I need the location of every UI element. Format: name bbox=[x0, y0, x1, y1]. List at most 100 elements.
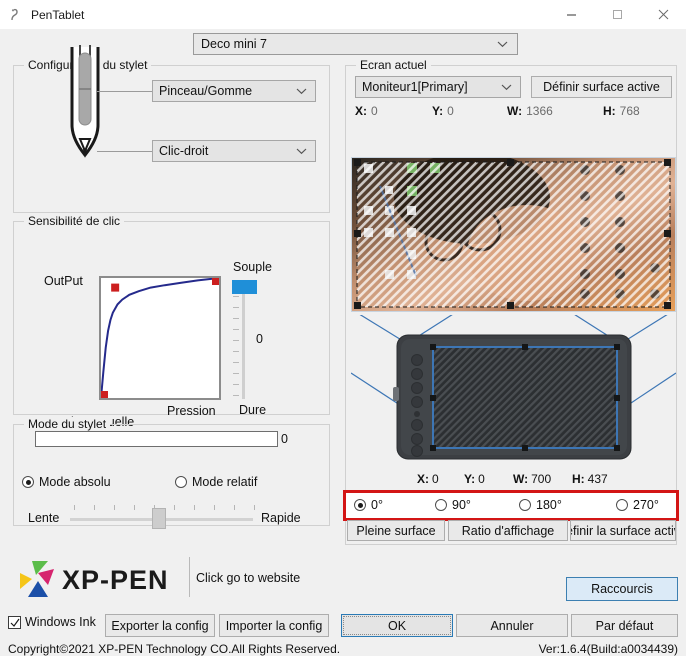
radio-mode-relative[interactable]: Mode relatif bbox=[175, 475, 257, 489]
checkbox-checked-icon bbox=[8, 615, 21, 629]
curve-output-label: OutPut bbox=[44, 274, 83, 288]
monitor-select-value: Moniteur1[Primary] bbox=[362, 80, 468, 94]
sensitivity-title: Sensibilité de clic bbox=[24, 214, 125, 228]
tablet-metric-x: X: 0 bbox=[417, 472, 439, 486]
screen-title: Ecran actuel bbox=[356, 58, 431, 72]
stylus-pen-illustration bbox=[58, 43, 112, 161]
chevron-down-icon bbox=[296, 84, 307, 98]
window-controls bbox=[548, 0, 686, 29]
window-title: PenTablet bbox=[31, 7, 85, 22]
radio-dot-icon bbox=[354, 499, 366, 511]
radio-mode-absolute[interactable]: Mode absolu bbox=[22, 475, 111, 489]
tablet-metric-h-value: 437 bbox=[587, 472, 608, 486]
pen-mode-title: Mode du stylet bbox=[24, 417, 111, 431]
brand-caption[interactable]: Click go to website bbox=[196, 571, 300, 585]
monitor-metric-x-key: X: bbox=[355, 104, 367, 118]
monitor-metric-h-value: 768 bbox=[619, 104, 640, 118]
device-select[interactable]: Deco mini 7 bbox=[193, 33, 518, 55]
pen-upper-button-value: Pinceau/Gomme bbox=[159, 84, 253, 98]
set-active-area-button[interactable]: Définir surface active bbox=[531, 76, 672, 98]
monitor-metric-h-key: H: bbox=[603, 104, 616, 118]
pen-upper-button-select[interactable]: Pinceau/Gomme bbox=[152, 80, 316, 102]
monitor-metric-w: W: 1366 bbox=[507, 104, 553, 118]
monitor-metric-y-value: 0 bbox=[447, 104, 454, 118]
radio-dot-icon bbox=[435, 499, 447, 511]
rotation-options: 0° 90° 180° 270° bbox=[346, 493, 676, 518]
radio-rotation-180-label: 180° bbox=[536, 498, 562, 512]
set-active-area-button-2[interactable]: éfinir la surface activ bbox=[570, 520, 676, 541]
sensitivity-slider-thumb[interactable] bbox=[232, 280, 257, 294]
monitor-metric-x-value: 0 bbox=[371, 104, 378, 118]
device-select-value: Deco mini 7 bbox=[201, 37, 267, 51]
tablet-metric-w: W: 700 bbox=[513, 472, 551, 486]
import-config-button[interactable]: Importer la config bbox=[219, 614, 329, 637]
full-area-button[interactable]: Pleine surface bbox=[347, 520, 445, 541]
ok-button[interactable]: OK bbox=[341, 614, 453, 637]
radio-dot-icon bbox=[616, 499, 628, 511]
monitor-metric-y-key: Y: bbox=[432, 104, 444, 118]
pressure-curve-chart[interactable] bbox=[99, 276, 221, 400]
tablet-metric-w-key: W: bbox=[513, 472, 529, 486]
export-config-button[interactable]: Exporter la config bbox=[105, 614, 215, 637]
tablet-metric-x-value: 0 bbox=[432, 472, 439, 486]
monitor-select[interactable]: Moniteur1[Primary] bbox=[355, 76, 521, 98]
chevron-down-icon bbox=[497, 37, 508, 51]
speed-slider-thumb[interactable] bbox=[152, 508, 166, 529]
sensitivity-slider-track[interactable] bbox=[242, 285, 245, 399]
windows-ink-checkbox[interactable]: Windows Ink bbox=[8, 615, 96, 629]
windows-ink-label: Windows Ink bbox=[25, 615, 96, 629]
pentablet-app-icon bbox=[8, 7, 24, 23]
radio-dot-icon bbox=[175, 476, 187, 488]
maximize-icon[interactable] bbox=[594, 0, 640, 29]
version-text: Ver:1.6.4(Build:a0034439) bbox=[538, 642, 678, 656]
copyright-text: Copyright©2021 XP-PEN Technology CO.All … bbox=[8, 642, 341, 656]
logo-divider bbox=[189, 557, 190, 597]
tablet-metric-y: Y: 0 bbox=[464, 472, 485, 486]
radio-rotation-270[interactable]: 270° bbox=[616, 498, 659, 512]
radio-mode-absolute-label: Mode absolu bbox=[39, 475, 111, 489]
pen-lower-leader-line bbox=[97, 151, 152, 152]
sensitivity-slider-ticks bbox=[230, 285, 240, 399]
radio-mode-relative-label: Mode relatif bbox=[192, 475, 258, 489]
radio-rotation-90[interactable]: 90° bbox=[435, 498, 471, 512]
monitor-metric-x: X: 0 bbox=[355, 104, 378, 118]
mid-handle bbox=[111, 283, 120, 292]
shortcuts-button[interactable]: Raccourcis bbox=[566, 577, 678, 601]
radio-rotation-90-label: 90° bbox=[452, 498, 471, 512]
tablet-metric-w-value: 700 bbox=[531, 472, 552, 486]
end-handle bbox=[212, 278, 219, 285]
dialog-client-area: Deco mini 7 Configuration du stylet Pinc… bbox=[0, 29, 686, 656]
window-titlebar: PenTablet bbox=[0, 0, 686, 30]
pen-lower-button-value: Clic-droit bbox=[159, 144, 209, 158]
close-icon[interactable] bbox=[640, 0, 686, 29]
monitor-preview[interactable] bbox=[351, 157, 676, 312]
speed-min-label: Lente bbox=[28, 511, 60, 525]
minimize-icon[interactable] bbox=[548, 0, 594, 29]
start-handle bbox=[101, 391, 108, 398]
tablet-metric-h: H: 437 bbox=[572, 472, 608, 486]
radio-dot-icon bbox=[22, 476, 34, 488]
tablet-metric-h-key: H: bbox=[572, 472, 585, 486]
radio-rotation-180[interactable]: 180° bbox=[519, 498, 562, 512]
radio-dot-icon bbox=[519, 499, 531, 511]
curve-pressure-label: Pression bbox=[167, 404, 216, 418]
ok-button-label: OK bbox=[343, 616, 451, 635]
pen-lower-button-select[interactable]: Clic-droit bbox=[152, 140, 316, 162]
display-ratio-button[interactable]: Ratio d'affichage bbox=[448, 520, 568, 541]
tablet-metric-y-value: 0 bbox=[478, 472, 485, 486]
svg-text:XP-PEN: XP-PEN bbox=[62, 565, 169, 595]
tablet-preview[interactable] bbox=[350, 308, 677, 465]
default-button[interactable]: Par défaut bbox=[571, 614, 678, 637]
chevron-down-icon bbox=[501, 80, 512, 94]
radio-rotation-0[interactable]: 0° bbox=[354, 498, 383, 512]
xp-pen-logo[interactable]: XP-PEN bbox=[18, 559, 188, 599]
monitor-metric-w-value: 1366 bbox=[526, 104, 553, 118]
sensitivity-hard-label: Dure bbox=[239, 403, 267, 417]
monitor-metric-h: H: 768 bbox=[603, 104, 640, 118]
sensitivity-slider-value: 0 bbox=[256, 332, 263, 346]
monitor-metric-w-key: W: bbox=[507, 104, 523, 118]
tablet-metric-x-key: X: bbox=[417, 472, 429, 486]
monitor-metric-y: Y: 0 bbox=[432, 104, 454, 118]
tablet-metric-y-key: Y: bbox=[464, 472, 476, 486]
cancel-button[interactable]: Annuler bbox=[456, 614, 568, 637]
